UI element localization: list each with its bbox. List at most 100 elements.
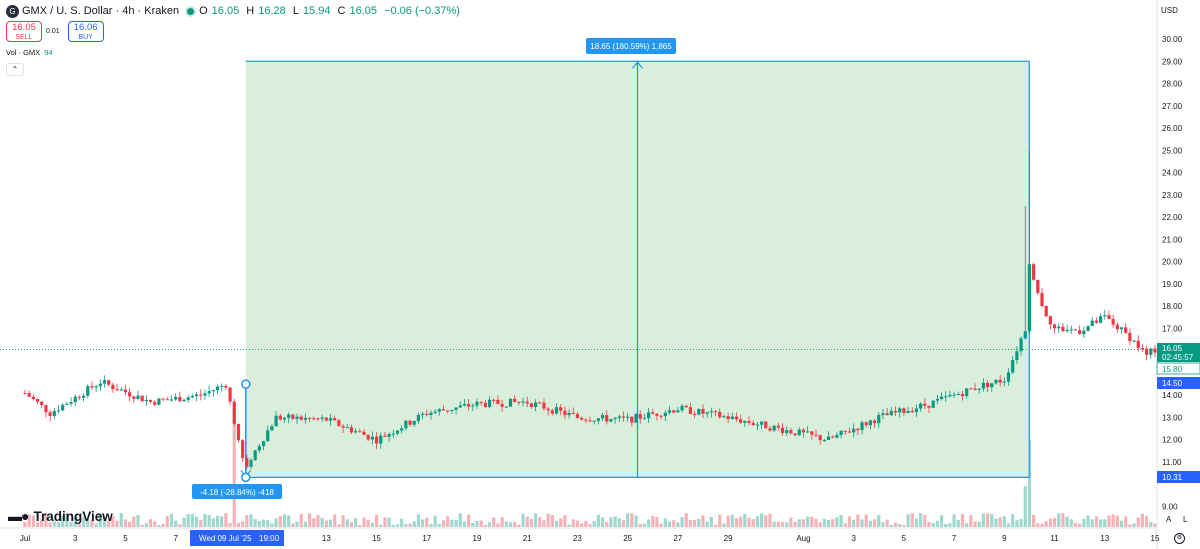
candle-body — [931, 400, 935, 408]
candle-body — [948, 394, 952, 397]
currency-selector[interactable]: USD — [1161, 6, 1178, 15]
candle-body — [743, 420, 747, 423]
volume-bar — [739, 516, 743, 527]
candle-body — [697, 409, 701, 415]
candle-body — [1078, 330, 1082, 335]
volume-bar — [345, 519, 349, 527]
volume-bar — [1119, 520, 1124, 527]
candle-body — [349, 427, 354, 433]
volume-bar — [575, 520, 580, 527]
volume-bar — [395, 524, 400, 527]
price-chart[interactable]: 18.65 (180.59%) 1,865 -4.18 (-28.84%) -4… — [0, 0, 1200, 549]
price-tick-label: 23.00 — [1162, 191, 1183, 200]
tradingview-logo[interactable]: ▬● TradingView — [8, 508, 113, 524]
candle-body — [919, 403, 923, 409]
candle-body — [291, 414, 295, 419]
volume-bar — [370, 522, 374, 527]
measure-end-handle[interactable] — [241, 472, 251, 483]
gear-icon[interactable]: ⚙ — [1174, 533, 1185, 544]
volume-bar — [383, 517, 387, 527]
price-axis[interactable]: 30.00 29.00 28.00 27.00 26.00 25.00 24.00 23.00… — [1162, 35, 1183, 512]
volume-bar — [1090, 519, 1094, 527]
price-tick-label: 29.00 — [1162, 57, 1183, 66]
time-tick-label: 11 — [1050, 534, 1059, 543]
candle-body — [194, 394, 199, 397]
candle-body — [479, 401, 483, 403]
candle-body — [132, 396, 136, 399]
volume-bar — [822, 518, 826, 527]
gmx-logo-icon[interactable]: G — [6, 4, 19, 18]
volume-bar — [320, 517, 324, 527]
volume-bar — [178, 524, 182, 527]
volume-bar — [563, 514, 567, 527]
candle-body — [944, 396, 948, 398]
volume-bar — [232, 410, 236, 527]
candle-body — [253, 450, 257, 461]
candle-body — [517, 401, 521, 403]
volume-bar — [408, 523, 412, 527]
volume-bar — [471, 522, 475, 527]
volume-bar — [1132, 523, 1136, 527]
candle-body — [153, 401, 157, 405]
volume-bar — [1040, 523, 1044, 527]
candle-body — [362, 431, 366, 435]
volume-bar — [730, 514, 734, 527]
candle-body — [161, 398, 165, 400]
candle-body — [1040, 293, 1044, 306]
candle-body — [1036, 279, 1040, 294]
volume-bar — [274, 518, 278, 527]
candle-body — [990, 383, 994, 388]
volume-bar — [994, 518, 998, 527]
volume-bar — [956, 519, 960, 527]
symbol-title[interactable]: GMX / U. S. Dollar · 4h · Kraken — [22, 5, 179, 17]
candle-body — [236, 423, 241, 441]
volume-bar — [157, 524, 161, 527]
candle-body — [379, 435, 383, 444]
volume-legend[interactable]: Vol · GMX 94 — [6, 48, 53, 57]
price-tick-label: 24.00 — [1162, 169, 1183, 178]
candle-body — [56, 410, 61, 412]
volume-bar — [952, 514, 956, 527]
volume-bar — [889, 524, 893, 527]
candle-body — [144, 399, 148, 402]
candle-body — [860, 422, 864, 431]
buy-button[interactable]: 16.06 BUY — [67, 21, 104, 42]
volume-bar — [1136, 517, 1140, 527]
candle-body — [425, 413, 429, 415]
measure-start-handle[interactable] — [241, 379, 251, 389]
candle-body — [157, 398, 161, 405]
volume-bar — [492, 517, 496, 527]
volume-bar — [316, 515, 320, 527]
auto-scale-button[interactable]: A — [1166, 515, 1171, 524]
volume-bar — [161, 523, 165, 527]
candle-body — [1086, 326, 1090, 331]
volume-bar — [948, 523, 952, 527]
candle-body — [667, 410, 672, 413]
volume-bar — [153, 521, 157, 527]
volume-bar — [584, 520, 588, 527]
candle-body — [370, 436, 374, 440]
log-scale-button[interactable]: L — [1183, 515, 1187, 524]
volume-bar — [1086, 515, 1090, 527]
buy-label: BUY — [78, 34, 93, 41]
volume-bar — [337, 524, 341, 527]
candle-body — [680, 405, 684, 411]
volume-bar — [977, 521, 981, 527]
candle-body — [458, 405, 462, 408]
volume-bar — [1124, 516, 1128, 527]
candle-body — [1119, 327, 1124, 330]
volume-bar — [605, 522, 609, 527]
candle-body — [328, 418, 333, 421]
volume-bar — [165, 515, 169, 527]
high-label: H — [246, 5, 255, 17]
candle-body — [994, 379, 998, 384]
high-value: 16.28 — [258, 5, 286, 17]
sell-button[interactable]: 16.05 SELL — [6, 21, 42, 42]
volume-bar — [1052, 517, 1057, 527]
candle-body — [312, 418, 316, 420]
candle-body — [688, 407, 693, 415]
volume-bar — [416, 514, 421, 527]
volume-label: Vol · GMX — [6, 48, 41, 57]
collapse-legend-button[interactable]: ⌃ — [6, 63, 24, 76]
volume-bar — [906, 514, 910, 527]
